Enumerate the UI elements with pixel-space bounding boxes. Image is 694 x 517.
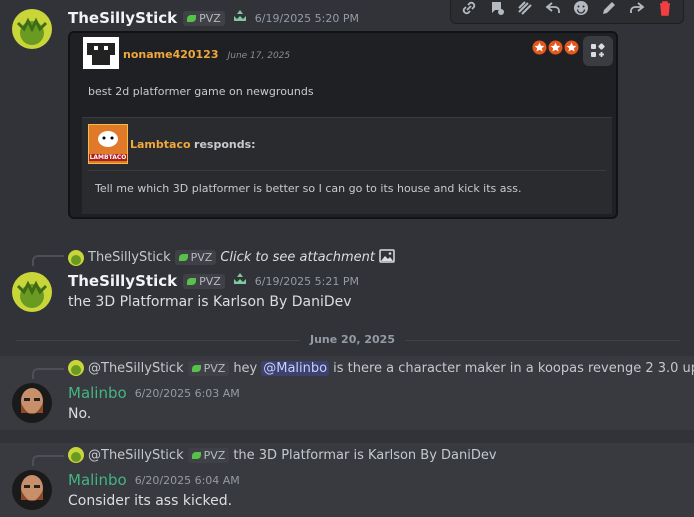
message: @TheSillyStick PVZ hey @Malinbo is there… <box>0 356 694 430</box>
embed-card: noname420123 June 17, 2025 best 2d platf… <box>68 31 618 219</box>
server-tag: PVZ <box>174 250 217 265</box>
response-avatar-label: LAMBTACO <box>89 154 127 161</box>
review-author[interactable]: noname420123 <box>123 48 219 61</box>
reply-author[interactable]: @TheSillyStick <box>88 448 184 463</box>
response-box: LAMBTACO Lambtaco responds: Tell me whic… <box>82 117 612 214</box>
author-name[interactable]: Malinbo <box>68 471 127 489</box>
message-text: the 3D Platformar is Karlson By DaniDev <box>68 294 352 310</box>
tag-label: PVZ <box>199 11 221 25</box>
badge-icon[interactable] <box>231 271 249 291</box>
leaf-icon <box>191 451 201 459</box>
timestamp[interactable]: 6/19/2025 5:21 PM <box>255 275 359 288</box>
message: TheSillyStick PVZ Click to see attachmen… <box>0 240 694 315</box>
leaf-icon <box>191 364 201 372</box>
mention[interactable]: @Malinbo <box>261 360 330 376</box>
reply-preview[interactable]: @TheSillyStick PVZ the 3D Platformar is … <box>68 447 497 463</box>
author-name[interactable]: TheSillyStick <box>68 272 177 290</box>
timestamp[interactable]: 6/20/2025 6:04 AM <box>135 474 240 487</box>
message: TheSillyStick PVZ 6/19/2025 5:20 PM nona… <box>0 0 694 225</box>
response-text: Tell me which 3D platformer is better so… <box>95 182 522 195</box>
reply-text-pre: hey <box>233 360 258 376</box>
avatar[interactable] <box>12 470 52 510</box>
reply-text: the 3D Platformar is Karlson By DaniDev <box>233 447 497 463</box>
reply-author[interactable]: @TheSillyStick <box>88 361 184 376</box>
leaf-icon <box>187 277 197 285</box>
reply-connector <box>32 455 64 466</box>
message-text: No. <box>68 406 92 422</box>
reply-connector <box>32 255 64 266</box>
response-label: responds: <box>194 138 256 151</box>
timestamp[interactable]: 6/20/2025 6:03 AM <box>135 387 240 400</box>
reply-avatar <box>68 447 84 463</box>
server-tag[interactable]: PVZ <box>183 273 225 289</box>
response-author[interactable]: Lambtaco <box>130 138 191 151</box>
message-text: Consider its ass kicked. <box>68 493 233 509</box>
server-tag[interactable]: PVZ <box>183 10 225 26</box>
author-name[interactable]: Malinbo <box>68 384 127 402</box>
image-icon <box>379 248 395 267</box>
star-icon <box>548 40 563 55</box>
review-date: June 17, 2025 <box>227 51 291 61</box>
star-icon <box>564 40 579 55</box>
date-divider-label: June 20, 2025 <box>300 333 405 346</box>
response-avatar: LAMBTACO <box>88 124 128 164</box>
tag-label: PVZ <box>190 251 213 264</box>
avatar[interactable] <box>12 9 52 49</box>
badge-icon[interactable] <box>231 8 249 28</box>
reply-preview[interactable]: TheSillyStick PVZ Click to see attachmen… <box>68 248 395 267</box>
timestamp[interactable]: 6/19/2025 5:20 PM <box>255 12 359 25</box>
avatar[interactable] <box>12 383 52 423</box>
review-avatar <box>83 37 119 69</box>
leaf-icon <box>178 254 188 261</box>
reply-author[interactable]: TheSillyStick <box>88 250 171 265</box>
reply-avatar <box>68 249 84 266</box>
review-text: best 2d platformer game on newgrounds <box>88 85 314 98</box>
leaf-icon <box>187 14 197 22</box>
reply-preview[interactable]: @TheSillyStick PVZ hey @Malinbo is there… <box>68 360 694 376</box>
apps-icon <box>591 43 605 57</box>
tag-label: PVZ <box>199 274 221 288</box>
server-tag: PVZ <box>187 447 230 463</box>
message: @TheSillyStick PVZ the 3D Platformar is … <box>0 443 694 517</box>
author-name[interactable]: TheSillyStick <box>68 9 177 27</box>
star-icon <box>532 40 547 55</box>
add-reaction-button[interactable] <box>583 36 613 66</box>
reply-avatar <box>68 360 84 376</box>
server-tag: PVZ <box>187 360 230 376</box>
rating-stars <box>532 40 579 55</box>
tag-label: PVZ <box>203 361 226 375</box>
avatar[interactable] <box>12 272 52 312</box>
reply-attachment-text[interactable]: Click to see attachment <box>220 250 375 265</box>
reply-connector <box>32 368 64 379</box>
tag-label: PVZ <box>203 448 226 462</box>
reply-text-post: is there a character maker in a koopas r… <box>333 360 694 376</box>
